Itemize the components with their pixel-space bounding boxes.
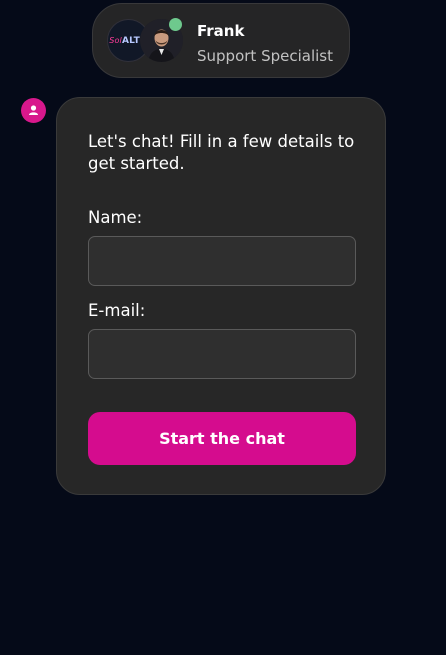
email-label: E-mail: [88, 301, 146, 320]
name-label: Name: [88, 208, 143, 227]
email-input[interactable] [88, 329, 356, 379]
chat-intro-text: Let's chat! Fill in a few details to get… [88, 132, 355, 173]
person-icon [21, 98, 46, 123]
agent-role: Support Specialist [197, 47, 333, 65]
name-input[interactable] [88, 236, 356, 286]
agent-header: SolALTO Frank Support Specialist [92, 3, 350, 78]
chat-form-card: Let's chat! Fill in a few details to get… [56, 97, 386, 495]
online-status-icon [169, 18, 182, 31]
start-chat-button[interactable]: Start the chat [88, 412, 356, 465]
agent-name: Frank [197, 22, 245, 40]
